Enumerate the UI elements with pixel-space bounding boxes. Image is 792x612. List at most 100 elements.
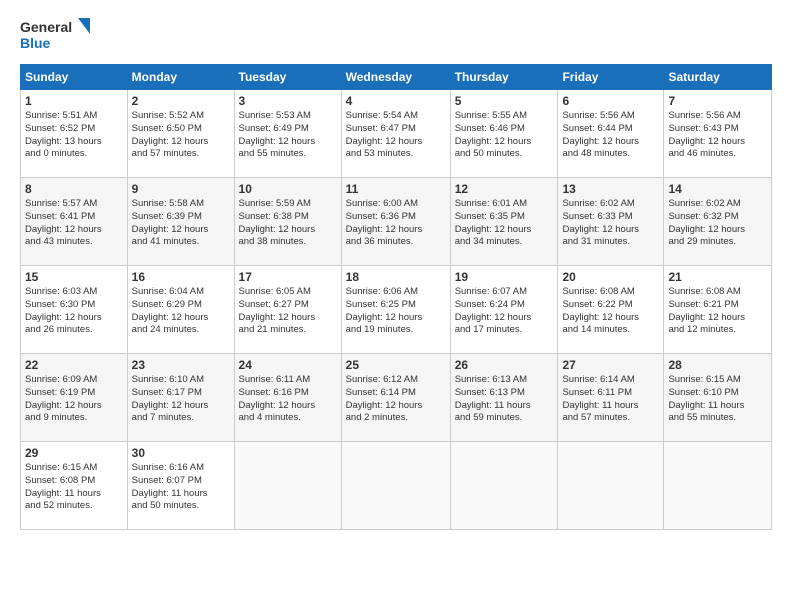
calendar-cell: 6 Sunrise: 5:56 AMSunset: 6:44 PMDaylight… bbox=[558, 90, 664, 178]
svg-text:General: General bbox=[20, 19, 72, 35]
day-number: 21 bbox=[668, 270, 767, 284]
weekday-header-tuesday: Tuesday bbox=[234, 65, 341, 90]
day-number: 6 bbox=[562, 94, 659, 108]
cell-content: Sunrise: 6:02 AMSunset: 6:32 PMDaylight:… bbox=[668, 198, 767, 249]
day-number: 11 bbox=[346, 182, 446, 196]
cell-content: Sunrise: 6:15 AMSunset: 6:08 PMDaylight:… bbox=[25, 462, 123, 513]
day-number: 16 bbox=[132, 270, 230, 284]
day-number: 28 bbox=[668, 358, 767, 372]
cell-content: Sunrise: 6:03 AMSunset: 6:30 PMDaylight:… bbox=[25, 286, 123, 337]
cell-content: Sunrise: 6:11 AMSunset: 6:16 PMDaylight:… bbox=[239, 374, 337, 425]
calendar-cell: 19Sunrise: 6:07 AMSunset: 6:24 PMDayligh… bbox=[450, 266, 558, 354]
day-number: 20 bbox=[562, 270, 659, 284]
weekday-header-saturday: Saturday bbox=[664, 65, 772, 90]
day-number: 24 bbox=[239, 358, 337, 372]
calendar-table: SundayMondayTuesdayWednesdayThursdayFrid… bbox=[20, 64, 772, 530]
cell-content: Sunrise: 6:10 AMSunset: 6:17 PMDaylight:… bbox=[132, 374, 230, 425]
calendar-cell: 21 Sunrise: 6:08 AMSunset: 6:21 PMDayligh… bbox=[664, 266, 772, 354]
cell-content: Sunrise: 6:02 AMSunset: 6:33 PMDaylight:… bbox=[562, 198, 659, 249]
day-number: 10 bbox=[239, 182, 337, 196]
day-number: 15 bbox=[25, 270, 123, 284]
calendar-cell: 15 Sunrise: 6:03 AMSunset: 6:30 PMDayligh… bbox=[21, 266, 128, 354]
cell-content: Sunrise: 6:12 AMSunset: 6:14 PMDaylight:… bbox=[346, 374, 446, 425]
day-number: 9 bbox=[132, 182, 230, 196]
calendar-cell: 30 Sunrise: 6:16 AMSunset: 6:07 PMDayligh… bbox=[127, 442, 234, 530]
weekday-header-thursday: Thursday bbox=[450, 65, 558, 90]
week-row-1: 1Sunrise: 5:51 AMSunset: 6:52 PMDaylight… bbox=[21, 90, 772, 178]
calendar-cell: 24 Sunrise: 6:11 AMSunset: 6:16 PMDayligh… bbox=[234, 354, 341, 442]
calendar-cell: 26Sunrise: 6:13 AMSunset: 6:13 PMDayligh… bbox=[450, 354, 558, 442]
day-number: 5 bbox=[455, 94, 554, 108]
calendar-cell: 29Sunrise: 6:15 AMSunset: 6:08 PMDayligh… bbox=[21, 442, 128, 530]
calendar-cell: 20 Sunrise: 6:08 AMSunset: 6:22 PMDayligh… bbox=[558, 266, 664, 354]
calendar-cell: 17 Sunrise: 6:05 AMSunset: 6:27 PMDayligh… bbox=[234, 266, 341, 354]
calendar-cell: 12Sunrise: 6:01 AMSunset: 6:35 PMDayligh… bbox=[450, 178, 558, 266]
calendar-cell: 8 Sunrise: 5:57 AMSunset: 6:41 PMDaylight… bbox=[21, 178, 128, 266]
day-number: 13 bbox=[562, 182, 659, 196]
weekday-header-sunday: Sunday bbox=[21, 65, 128, 90]
logo-svg: General Blue bbox=[20, 16, 90, 54]
weekday-header-friday: Friday bbox=[558, 65, 664, 90]
day-number: 4 bbox=[346, 94, 446, 108]
weekday-header-monday: Monday bbox=[127, 65, 234, 90]
cell-content: Sunrise: 5:54 AMSunset: 6:47 PMDaylight:… bbox=[346, 110, 446, 161]
calendar-cell bbox=[450, 442, 558, 530]
svg-text:Blue: Blue bbox=[20, 35, 51, 51]
cell-content: Sunrise: 6:07 AMSunset: 6:24 PMDaylight:… bbox=[455, 286, 554, 337]
day-number: 22 bbox=[25, 358, 123, 372]
calendar-cell: 10 Sunrise: 5:59 AMSunset: 6:38 PMDayligh… bbox=[234, 178, 341, 266]
week-row-5: 29Sunrise: 6:15 AMSunset: 6:08 PMDayligh… bbox=[21, 442, 772, 530]
cell-content: Sunrise: 5:55 AMSunset: 6:46 PMDaylight:… bbox=[455, 110, 554, 161]
day-number: 30 bbox=[132, 446, 230, 460]
cell-content: Sunrise: 5:56 AMSunset: 6:43 PMDaylight:… bbox=[668, 110, 767, 161]
cell-content: Sunrise: 6:14 AMSunset: 6:11 PMDaylight:… bbox=[562, 374, 659, 425]
calendar-cell: 14 Sunrise: 6:02 AMSunset: 6:32 PMDayligh… bbox=[664, 178, 772, 266]
cell-content: Sunrise: 6:16 AMSunset: 6:07 PMDaylight:… bbox=[132, 462, 230, 513]
calendar-cell: 7 Sunrise: 5:56 AMSunset: 6:43 PMDaylight… bbox=[664, 90, 772, 178]
day-number: 23 bbox=[132, 358, 230, 372]
calendar-cell: 5 Sunrise: 5:55 AMSunset: 6:46 PMDaylight… bbox=[450, 90, 558, 178]
calendar-cell: 25 Sunrise: 6:12 AMSunset: 6:14 PMDayligh… bbox=[341, 354, 450, 442]
calendar-cell: 27 Sunrise: 6:14 AMSunset: 6:11 PMDayligh… bbox=[558, 354, 664, 442]
calendar-header: SundayMondayTuesdayWednesdayThursdayFrid… bbox=[21, 65, 772, 90]
cell-content: Sunrise: 6:08 AMSunset: 6:21 PMDaylight:… bbox=[668, 286, 767, 337]
cell-content: Sunrise: 6:01 AMSunset: 6:35 PMDaylight:… bbox=[455, 198, 554, 249]
cell-content: Sunrise: 5:56 AMSunset: 6:44 PMDaylight:… bbox=[562, 110, 659, 161]
calendar-cell: 18 Sunrise: 6:06 AMSunset: 6:25 PMDayligh… bbox=[341, 266, 450, 354]
cell-content: Sunrise: 6:09 AMSunset: 6:19 PMDaylight:… bbox=[25, 374, 123, 425]
day-number: 25 bbox=[346, 358, 446, 372]
day-number: 27 bbox=[562, 358, 659, 372]
cell-content: Sunrise: 5:53 AMSunset: 6:49 PMDaylight:… bbox=[239, 110, 337, 161]
day-number: 1 bbox=[25, 94, 123, 108]
week-row-4: 22 Sunrise: 6:09 AMSunset: 6:19 PMDayligh… bbox=[21, 354, 772, 442]
calendar-cell: 4 Sunrise: 5:54 AMSunset: 6:47 PMDaylight… bbox=[341, 90, 450, 178]
calendar-cell bbox=[664, 442, 772, 530]
calendar-cell: 1Sunrise: 5:51 AMSunset: 6:52 PMDaylight… bbox=[21, 90, 128, 178]
day-number: 14 bbox=[668, 182, 767, 196]
calendar-cell bbox=[558, 442, 664, 530]
calendar-cell: 22 Sunrise: 6:09 AMSunset: 6:19 PMDayligh… bbox=[21, 354, 128, 442]
cell-content: Sunrise: 6:05 AMSunset: 6:27 PMDaylight:… bbox=[239, 286, 337, 337]
week-row-2: 8 Sunrise: 5:57 AMSunset: 6:41 PMDaylight… bbox=[21, 178, 772, 266]
cell-content: Sunrise: 6:08 AMSunset: 6:22 PMDaylight:… bbox=[562, 286, 659, 337]
calendar-cell: 3Sunrise: 5:53 AMSunset: 6:49 PMDaylight… bbox=[234, 90, 341, 178]
cell-content: Sunrise: 6:13 AMSunset: 6:13 PMDaylight:… bbox=[455, 374, 554, 425]
day-number: 8 bbox=[25, 182, 123, 196]
cell-content: Sunrise: 5:52 AMSunset: 6:50 PMDaylight:… bbox=[132, 110, 230, 161]
calendar-cell: 9 Sunrise: 5:58 AMSunset: 6:39 PMDaylight… bbox=[127, 178, 234, 266]
cell-content: Sunrise: 6:06 AMSunset: 6:25 PMDaylight:… bbox=[346, 286, 446, 337]
calendar-cell: 28Sunrise: 6:15 AMSunset: 6:10 PMDayligh… bbox=[664, 354, 772, 442]
day-number: 18 bbox=[346, 270, 446, 284]
calendar-cell: 23 Sunrise: 6:10 AMSunset: 6:17 PMDayligh… bbox=[127, 354, 234, 442]
cell-content: Sunrise: 6:00 AMSunset: 6:36 PMDaylight:… bbox=[346, 198, 446, 249]
cell-content: Sunrise: 5:57 AMSunset: 6:41 PMDaylight:… bbox=[25, 198, 123, 249]
weekday-header-wednesday: Wednesday bbox=[341, 65, 450, 90]
calendar-cell: 13 Sunrise: 6:02 AMSunset: 6:33 PMDayligh… bbox=[558, 178, 664, 266]
logo: General Blue bbox=[20, 16, 90, 54]
day-number: 2 bbox=[132, 94, 230, 108]
cell-content: Sunrise: 6:04 AMSunset: 6:29 PMDaylight:… bbox=[132, 286, 230, 337]
cell-content: Sunrise: 5:58 AMSunset: 6:39 PMDaylight:… bbox=[132, 198, 230, 249]
cell-content: Sunrise: 5:59 AMSunset: 6:38 PMDaylight:… bbox=[239, 198, 337, 249]
day-number: 17 bbox=[239, 270, 337, 284]
day-number: 7 bbox=[668, 94, 767, 108]
